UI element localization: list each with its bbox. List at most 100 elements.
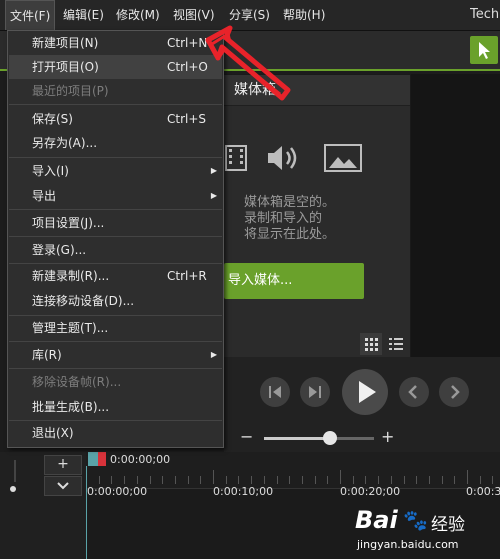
chevron-right-icon (451, 385, 460, 399)
zoom-slider-handle[interactable] (323, 431, 337, 445)
import-media-button[interactable]: 导入媒体... (224, 263, 364, 299)
menu-item-label: 保存(S) (32, 112, 73, 126)
next-button[interactable] (439, 377, 469, 407)
menu-item-label: 导入(I) (32, 164, 69, 178)
track-controls: + (0, 452, 87, 559)
menu-item-new-project[interactable]: 新建项目(N) Ctrl+N (9, 31, 222, 55)
menu-item-library[interactable]: 库(R) ▶ (9, 343, 222, 367)
ruler-tick (276, 476, 278, 484)
ruler-tick (428, 476, 430, 484)
menu-separator (9, 236, 222, 237)
empty-line: 媒体箱是空的。 (244, 195, 336, 210)
menu-item-shortcut: Ctrl+R (167, 269, 207, 283)
select-tool-button[interactable] (470, 36, 498, 64)
menu-item-label: 打开项目(O) (32, 60, 99, 74)
track-zoom-bar[interactable] (14, 460, 16, 482)
step-forward-button[interactable] (300, 377, 330, 407)
menu-item-save[interactable]: 保存(S) Ctrl+S (9, 107, 222, 131)
zoom-slider[interactable] (264, 431, 374, 445)
playhead-line (86, 466, 87, 559)
menu-edit[interactable]: 编辑(E) (59, 0, 108, 30)
menu-item-label: 连接移动设备(D)... (32, 294, 135, 308)
annotation-arrow-icon (205, 25, 291, 101)
submenu-arrow-icon: ▶ (210, 191, 217, 200)
watermark-brand2: 经验 (431, 515, 465, 535)
watermark-brand: Bai (355, 506, 398, 534)
menu-item-manage-themes[interactable]: 管理主题(T)... (9, 316, 222, 340)
ruler-tick (238, 476, 240, 484)
app-title: Tech (470, 7, 500, 22)
menu-separator (9, 341, 222, 342)
paw-icon: 🐾 (403, 508, 428, 532)
list-icon (389, 338, 403, 350)
play-icon (359, 381, 376, 403)
menu-separator (9, 368, 222, 369)
playback-controls: − + (224, 357, 500, 452)
menu-item-label: 新建录制(R)... (32, 269, 110, 283)
ruler-tick (149, 476, 151, 484)
ruler-tick (225, 476, 227, 484)
menu-file[interactable]: 文件(F) (5, 0, 56, 30)
cursor-icon (479, 42, 490, 59)
menu-item-label: 项目设置(J)... (32, 216, 105, 230)
zoom-in-button[interactable]: + (381, 427, 394, 446)
step-forward-icon (309, 386, 321, 398)
list-view-button[interactable] (385, 333, 407, 355)
menu-item-open-project[interactable]: 打开项目(O) Ctrl+O (9, 55, 222, 79)
ruler-tick (403, 476, 405, 484)
timeline-ruler[interactable]: 0:00:00;00 0:00:00;00 0:00:10;00 0:00:20… (86, 452, 500, 498)
zoom-slider-fill (264, 437, 330, 440)
file-menu-dropdown: 新建项目(N) Ctrl+N 打开项目(O) Ctrl+O 最近的项目(P) 保… (7, 30, 224, 448)
canvas-preview (411, 74, 500, 357)
add-track-button[interactable]: + (44, 455, 82, 475)
ruler-tick (251, 476, 253, 484)
zoom-dot-icon (10, 486, 16, 492)
menu-item-recent-projects[interactable]: 最近的项目(P) (9, 79, 222, 103)
ruler-tick (314, 476, 316, 484)
menu-item-new-recording[interactable]: 新建录制(R)... Ctrl+R (9, 264, 222, 288)
audio-icon (264, 141, 304, 179)
menu-item-label: 库(R) (32, 348, 62, 362)
menu-item-remove-device-frame[interactable]: 移除设备帧(R)... (9, 370, 222, 394)
menu-item-export[interactable]: 导出 ▶ (9, 184, 222, 208)
ruler-tick (263, 476, 265, 484)
ruler-tick-label: 0:00:00;00 (87, 485, 148, 498)
baidu-watermark: Bai 🐾 经验 jingyan.baidu.com (355, 506, 495, 556)
ruler-tick (327, 476, 329, 484)
watermark-url: jingyan.baidu.com (357, 538, 459, 551)
ruler-tick (340, 470, 341, 484)
menu-item-label: 退出(X) (32, 426, 74, 440)
ruler-tick (441, 476, 443, 484)
empty-line: 将显示在此处。 (244, 227, 336, 242)
submenu-arrow-icon: ▶ (210, 350, 217, 359)
menu-item-label: 批量生成(B)... (32, 400, 110, 414)
play-button[interactable] (342, 369, 388, 415)
zoom-out-button[interactable]: − (240, 427, 253, 446)
menu-separator (9, 157, 222, 158)
video-icon (224, 143, 248, 177)
menu-item-sign-in[interactable]: 登录(G)... (9, 238, 222, 262)
menu-item-connect-mobile[interactable]: 连接移动设备(D)... (9, 289, 222, 313)
ruler-tick (352, 476, 354, 484)
ruler-tick-label: 0:00:3 (466, 485, 500, 498)
previous-button[interactable] (399, 377, 429, 407)
menu-item-exit[interactable]: 退出(X) (9, 421, 222, 445)
ruler-tick (301, 476, 303, 484)
playhead-in-marker[interactable] (88, 452, 98, 466)
menu-item-save-as[interactable]: 另存为(A)... (9, 131, 222, 155)
menu-item-project-settings[interactable]: 项目设置(J)... (9, 211, 222, 235)
ruler-tick (162, 476, 164, 484)
menu-modify[interactable]: 修改(M) (112, 0, 164, 30)
media-bin-empty-message: 媒体箱是空的。 录制和导入的 将显示在此处。 (244, 195, 414, 243)
collapse-tracks-button[interactable] (44, 476, 82, 496)
step-back-button[interactable] (260, 377, 290, 407)
playhead-marker[interactable] (98, 452, 106, 466)
menu-item-batch-production[interactable]: 批量生成(B)... (9, 395, 222, 419)
ruler-tick (492, 476, 494, 484)
menu-item-label: 最近的项目(P) (32, 84, 109, 98)
step-back-icon (269, 386, 281, 398)
menu-item-import[interactable]: 导入(I) ▶ (9, 159, 222, 183)
grid-view-button[interactable] (360, 333, 382, 355)
menu-item-label: 另存为(A)... (32, 136, 98, 150)
ruler-tick (365, 476, 367, 484)
